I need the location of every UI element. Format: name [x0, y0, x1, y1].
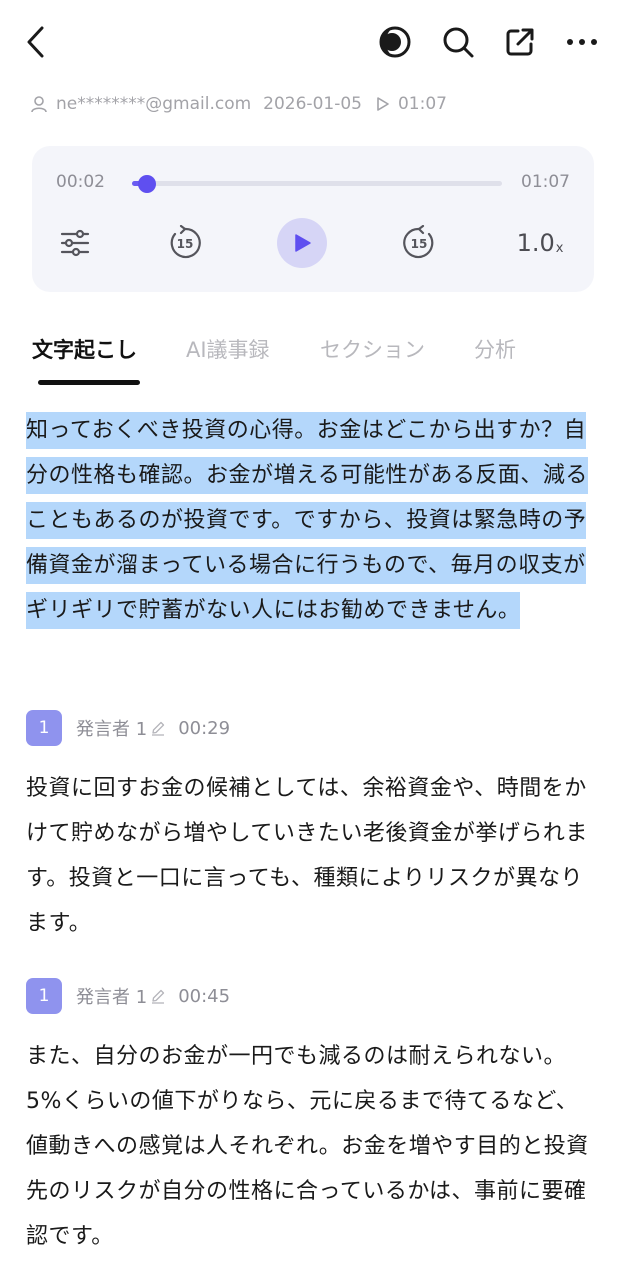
chevron-left-icon [27, 26, 44, 58]
audio-player: 00:02 01:07 15 15 1.0 x [32, 146, 594, 292]
search-icon [443, 27, 474, 58]
meta-duration: 01:07 [397, 94, 447, 114]
tab-bar: 文字起こし AI議事録 セクション 分析 [0, 330, 626, 390]
forward-15-icon: 15 [403, 225, 434, 259]
more-button[interactable] [560, 20, 604, 64]
user-icon [31, 96, 47, 113]
theme-toggle-button[interactable] [373, 20, 417, 64]
progress-bar[interactable] [132, 175, 502, 193]
tab-ai-minutes[interactable]: AI議事録 [186, 334, 270, 364]
sliders-icon [60, 229, 90, 257]
rewind-15-button[interactable]: 15 [160, 218, 210, 268]
pencil-icon[interactable] [150, 988, 166, 1004]
more-horizontal-icon [567, 39, 597, 45]
meta-user: ne********@gmail.com [56, 94, 252, 114]
highlighted-text: 知っておくべき投資の心得。お金はどこから出すか？自分の性格も確認。お金が増える可… [26, 412, 588, 629]
external-link-icon [506, 28, 534, 56]
playback-speed-button[interactable]: 1.0 x [510, 218, 570, 268]
tab-analysis[interactable]: 分析 [474, 334, 516, 364]
segment-time[interactable]: 00:45 [178, 986, 230, 1007]
play-button[interactable] [277, 218, 327, 268]
half-moon-icon [379, 26, 411, 58]
current-time: 00:02 [56, 172, 105, 192]
play-icon [295, 234, 311, 252]
tab-transcript[interactable]: 文字起こし [32, 334, 137, 364]
recording-meta: ne********@gmail.com 2026-01-05 01:07 [30, 90, 447, 118]
speaker-name: 発言者 1 [76, 719, 148, 740]
transcript-segment[interactable]: また、自分のお金が一円でも減るのは耐えられない。5%くらいの値下がりなら、元に戻… [26, 1034, 600, 1259]
speaker-avatar: 1 [26, 978, 62, 1014]
share-button[interactable] [498, 20, 542, 64]
top-bar [0, 0, 626, 84]
rewind-seconds: 15 [177, 237, 194, 251]
meta-date: 2026-01-05 [263, 94, 362, 114]
speaker-avatar: 1 [26, 710, 62, 746]
play-outline-icon [377, 97, 389, 111]
speaker-header[interactable]: 1 発言者 1 00:29 [26, 710, 230, 746]
active-tab-indicator [38, 380, 140, 385]
rewind-15-icon: 15 [170, 225, 201, 259]
progress-thumb[interactable] [137, 175, 156, 193]
search-button[interactable] [436, 20, 480, 64]
transcript-segment[interactable]: 投資に回すお金の候補としては、余裕資金や、時間をかけて貯めながら増やしていきたい… [26, 766, 600, 946]
transcript-intro[interactable]: 知っておくべき投資の心得。お金はどこから出すか？自分の性格も確認。お金が増える可… [26, 408, 600, 633]
segment-time[interactable]: 00:29 [178, 718, 230, 739]
tab-sections[interactable]: セクション [320, 334, 425, 364]
total-time: 01:07 [521, 172, 570, 192]
audio-settings-button[interactable] [50, 218, 100, 268]
speaker-header[interactable]: 1 発言者 1 00:45 [26, 978, 230, 1014]
speed-suffix: x [555, 240, 564, 256]
speaker-name: 発言者 1 [76, 987, 148, 1008]
forward-seconds: 15 [411, 237, 428, 251]
forward-15-button[interactable]: 15 [394, 218, 444, 268]
pencil-icon[interactable] [150, 720, 166, 736]
speed-value: 1.0 [516, 229, 555, 257]
transcript-page: ne********@gmail.com 2026-01-05 01:07 00… [0, 0, 626, 1280]
back-button[interactable] [14, 20, 58, 64]
